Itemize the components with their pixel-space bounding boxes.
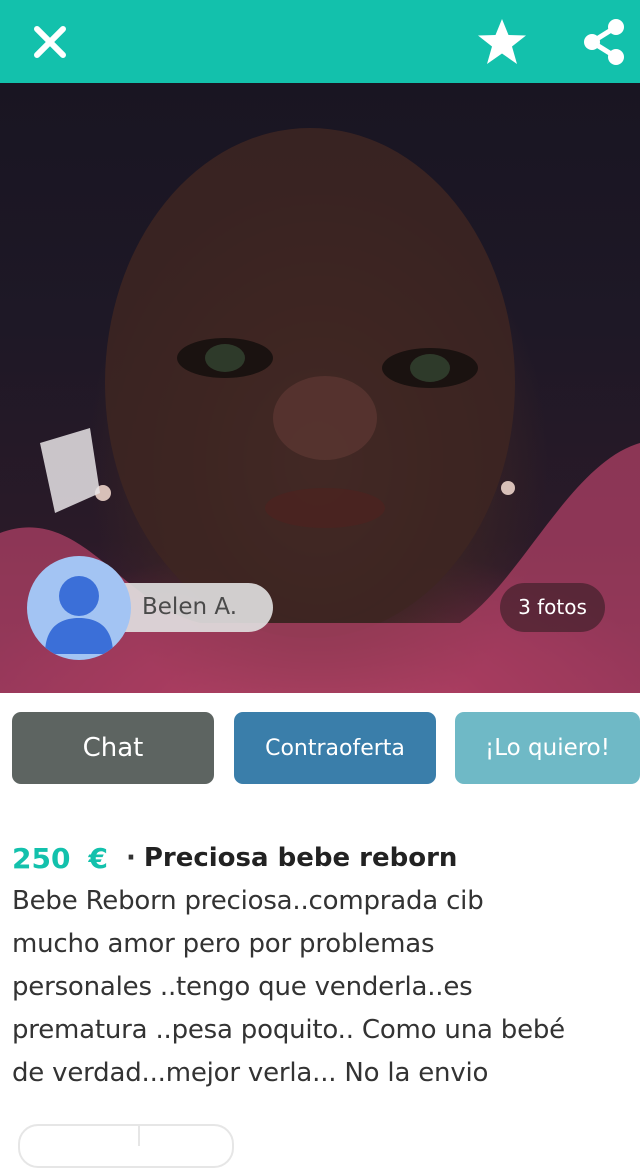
share-icon bbox=[584, 19, 624, 65]
seller-name[interactable]: Belen A. bbox=[142, 583, 237, 632]
buy-button[interactable]: ¡Lo quiero! bbox=[455, 712, 640, 784]
top-bar bbox=[0, 0, 640, 83]
price-title-line: 250 € · Preciosa bebe reborn bbox=[12, 836, 457, 880]
chat-button[interactable]: Chat bbox=[12, 712, 214, 784]
photos-count-badge[interactable]: 3 fotos bbox=[500, 583, 605, 632]
close-button[interactable] bbox=[20, 12, 80, 72]
favorite-button[interactable] bbox=[468, 8, 536, 76]
price-currency: € bbox=[88, 841, 108, 875]
price-value: 250 bbox=[12, 841, 71, 875]
seller-avatar[interactable] bbox=[27, 556, 131, 660]
title-separator: · bbox=[125, 843, 136, 873]
item-title: Preciosa bebe reborn bbox=[143, 843, 458, 873]
share-button[interactable] bbox=[572, 8, 636, 76]
chip-divider bbox=[138, 1126, 140, 1146]
bottom-chip[interactable] bbox=[18, 1124, 234, 1168]
item-description: Bebe Reborn preciosa..comprada cib mucho… bbox=[12, 886, 565, 1088]
close-icon bbox=[34, 26, 66, 58]
star-icon bbox=[478, 19, 526, 64]
counteroffer-button[interactable]: Contraoferta bbox=[234, 712, 436, 784]
user-placeholder-icon bbox=[45, 576, 113, 654]
